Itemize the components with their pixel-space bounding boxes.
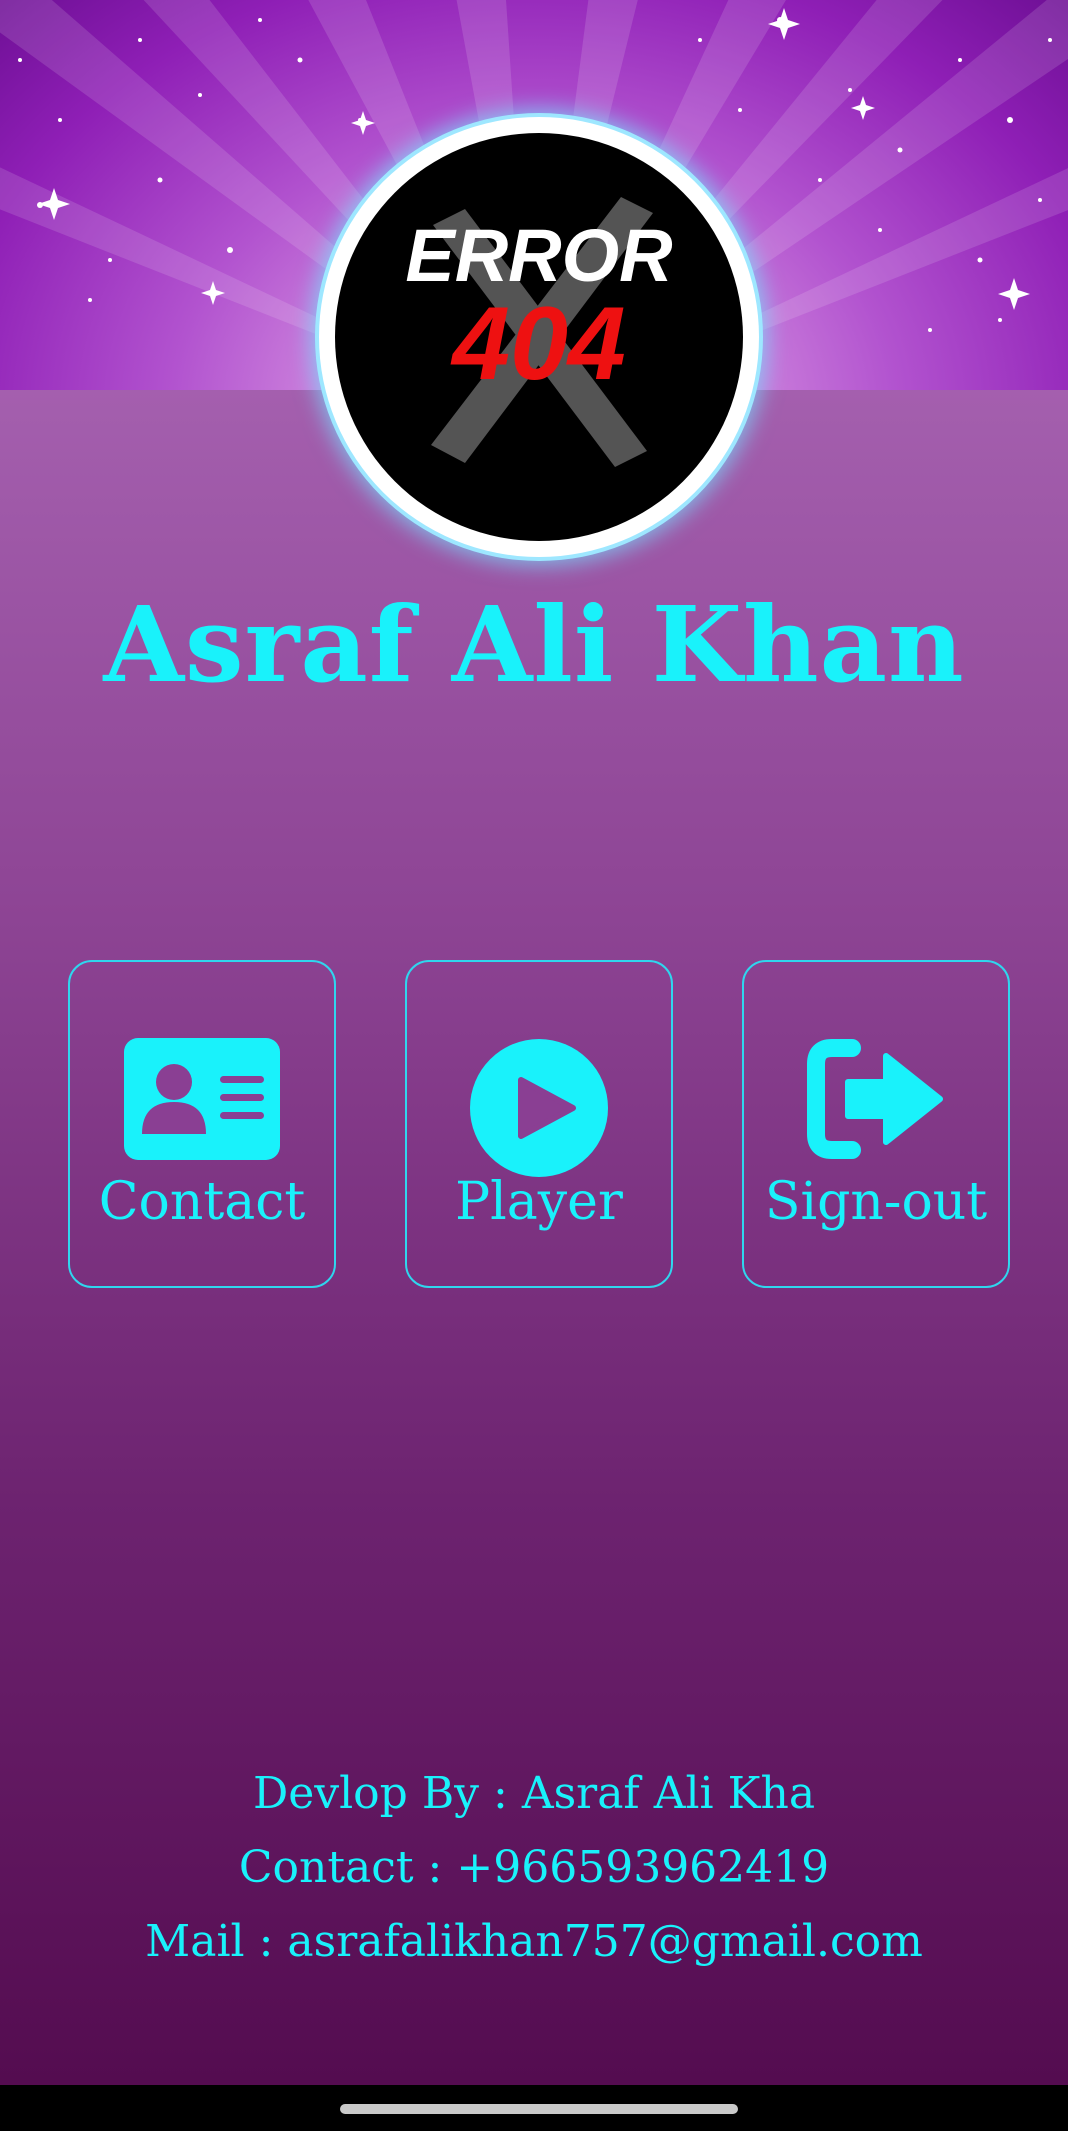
profile-name: Asraf Ali Khan — [103, 583, 965, 706]
contact-phone: Contact : +966593962419 — [238, 1842, 830, 1893]
player-button[interactable]: Player — [405, 960, 673, 1288]
logo-text-error: ERROR — [405, 214, 672, 297]
sign-out-label: Sign-out — [764, 1172, 988, 1232]
contact-card-icon — [124, 1038, 280, 1164]
play-circle-icon — [469, 1038, 609, 1182]
logo-text-404: 404 — [450, 286, 626, 402]
player-label: Player — [455, 1172, 623, 1232]
avatar: ERROR 404 — [335, 133, 743, 541]
developer-credit: Devlop By : Asraf Ali Kha — [252, 1768, 816, 1819]
home-gesture-handle[interactable] — [340, 2104, 738, 2114]
contact-label: Contact — [98, 1172, 306, 1232]
contact-button[interactable]: Contact — [68, 960, 336, 1288]
sign-out-icon — [806, 1038, 946, 1164]
error-404-logo: ERROR 404 — [405, 197, 673, 467]
contact-email: Mail : asrafalikhan757@gmail.com — [145, 1916, 923, 1967]
sign-out-button[interactable]: Sign-out — [742, 960, 1010, 1288]
